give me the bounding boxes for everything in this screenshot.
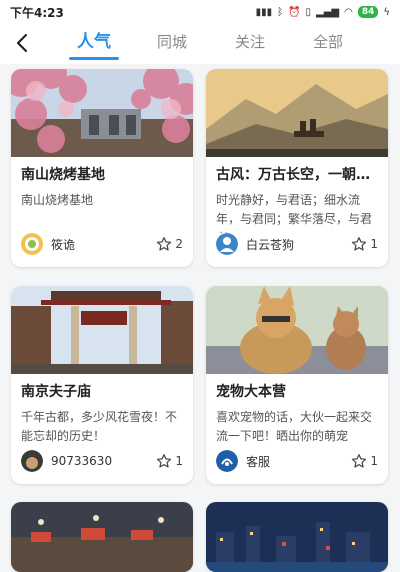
post-meta: 筱诡 2	[21, 233, 183, 255]
tab-all[interactable]: 全部	[289, 24, 367, 64]
star-icon	[352, 454, 367, 468]
like-button[interactable]: 1	[351, 236, 378, 252]
status-icons: ▮▮▮ ᛒ ⏰ ▯ ▂▄▆ ◠ 84 ϟ	[256, 6, 390, 18]
post-card[interactable]	[206, 502, 388, 572]
post-meta: 90733630 1	[21, 450, 183, 472]
username[interactable]: 客服	[246, 453, 351, 470]
post-card[interactable]: 南京夫子庙 千年古都，多少风花雪夜！不能忘却的历史！ 90733630 1	[11, 286, 193, 484]
post-meta: 客服 1	[216, 450, 378, 472]
battery-indicator: 84	[357, 6, 379, 18]
username[interactable]: 白云苍狗	[246, 236, 351, 253]
avatar[interactable]	[216, 450, 238, 472]
avatar[interactable]	[21, 450, 43, 472]
post-description: 南山烧烤基地	[21, 193, 94, 207]
star-icon	[157, 454, 172, 468]
post-title: 南京夫子庙	[21, 384, 91, 400]
post-description: 时光静好，与君语；细水流年，与君同；繁华落尽，与君老	[216, 193, 373, 233]
post-title: 南山烧烤基地	[21, 167, 105, 183]
post-image[interactable]	[11, 286, 193, 374]
username[interactable]: 90733630	[51, 454, 156, 468]
signal-icon: ▮▮▮	[255, 6, 273, 18]
like-button[interactable]: 1	[351, 453, 378, 469]
star-icon	[157, 237, 172, 251]
like-count: 1	[175, 454, 183, 468]
avatar[interactable]	[216, 233, 238, 255]
like-button[interactable]: 1	[156, 453, 183, 469]
status-bar: 下午4:23 ▮▮▮ ᛒ ⏰ ▯ ▂▄▆ ◠ 84 ϟ	[0, 0, 400, 24]
post-title: 古风：万古长空，一朝风月	[216, 167, 384, 183]
bluetooth-icon: ᛒ	[277, 6, 284, 18]
username[interactable]: 筱诡	[51, 236, 156, 253]
post-image[interactable]	[206, 286, 388, 374]
post-image[interactable]	[206, 69, 388, 157]
post-image[interactable]	[11, 69, 193, 157]
like-count: 1	[370, 454, 378, 468]
chevron-left-icon	[16, 33, 28, 53]
post-description: 千年古都，多少风花雪夜！不能忘却的历史！	[21, 410, 178, 443]
tab-bar: 人气 同城 关注 全部	[55, 24, 367, 64]
post-title: 宠物大本营	[216, 384, 286, 400]
cellular-icon: ▂▄▆	[316, 6, 340, 18]
post-card[interactable]: 宠物大本营 喜欢宠物的话，大伙一起来交流一下吧！晒出你的萌宠 客服 1	[206, 286, 388, 484]
post-card[interactable]	[11, 502, 193, 572]
like-button[interactable]: 2	[156, 236, 183, 252]
like-count: 1	[370, 237, 378, 251]
wifi-icon: ◠	[344, 6, 353, 18]
post-image[interactable]	[11, 502, 193, 572]
post-card[interactable]: 南山烧烤基地 南山烧烤基地 筱诡 2	[11, 69, 193, 267]
like-count: 2	[175, 237, 183, 251]
post-description: 喜欢宠物的话，大伙一起来交流一下吧！晒出你的萌宠	[216, 410, 373, 443]
post-image[interactable]	[206, 502, 388, 572]
tab-following[interactable]: 关注	[211, 24, 289, 64]
avatar[interactable]	[21, 233, 43, 255]
post-meta: 白云苍狗 1	[216, 233, 378, 255]
tab-popular[interactable]: 人气	[55, 24, 133, 64]
top-nav: 人气 同城 关注 全部	[0, 24, 400, 64]
tab-nearby[interactable]: 同城	[133, 24, 211, 64]
post-card[interactable]: 古风：万古长空，一朝风月 时光静好，与君语；细水流年，与君同；繁华落尽，与君老 …	[206, 69, 388, 267]
charging-icon: ϟ	[383, 6, 390, 18]
alarm-icon: ⏰	[288, 6, 301, 18]
back-button[interactable]	[10, 30, 34, 56]
vibrate-icon: ▯	[305, 6, 312, 18]
status-time: 下午4:23	[10, 5, 64, 20]
star-icon	[352, 237, 367, 251]
